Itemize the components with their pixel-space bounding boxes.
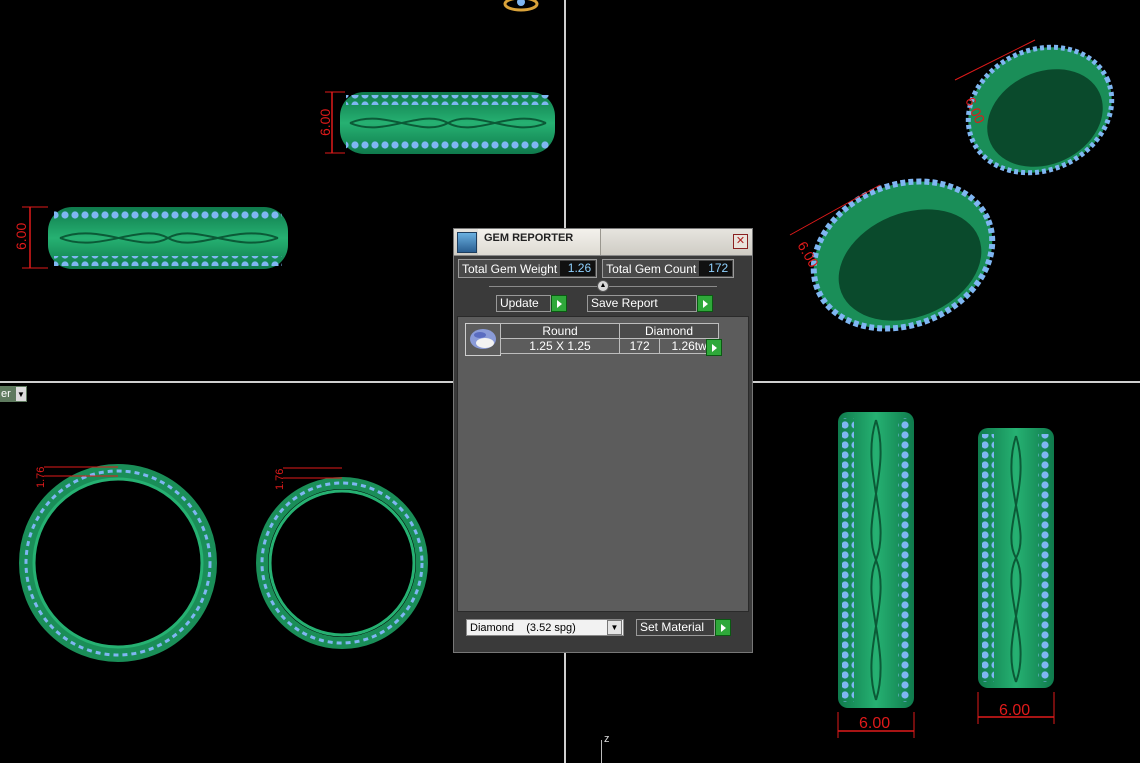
view-menu-dropdown[interactable]: er ▼ — [0, 386, 27, 402]
top-view-ring — [340, 92, 555, 154]
side-view-ring-right: 1.76 — [256, 467, 428, 649]
gem-material: Diamond — [619, 323, 719, 339]
front-view-ring — [48, 207, 288, 269]
front-height-label: 6.00 — [13, 223, 29, 250]
gem-row-table[interactable]: Round Diamond 1.25 X 1.25 172 1.26tw — [500, 323, 719, 354]
play-arrow-icon[interactable] — [697, 295, 713, 312]
gem-count: 172 — [618, 338, 661, 354]
material-select[interactable]: Diamond (3.52 spg) ▼ — [466, 619, 624, 636]
gem-reporter-title: GEM REPORTER — [484, 232, 574, 244]
perspective-ring-large: 6.00 — [789, 178, 996, 332]
set-material-button-label: Set Material — [636, 619, 715, 636]
z-axis-label: z — [604, 733, 610, 745]
collapse-toggle-icon[interactable]: ▲ — [597, 280, 609, 292]
update-button[interactable]: Update — [496, 295, 567, 312]
play-arrow-icon[interactable] — [715, 619, 731, 636]
right-width-b-label: 6.00 — [999, 702, 1030, 719]
side-view-ring-left: 1.76 — [19, 464, 217, 662]
update-button-label: Update — [496, 295, 551, 312]
total-gem-count: Total Gem Count 172 — [602, 259, 735, 278]
total-gem-weight-label: Total Gem Weight — [462, 261, 558, 276]
total-gem-count-label: Total Gem Count — [606, 261, 697, 276]
perspective-ring-small: 6.00 — [954, 39, 1115, 176]
side-left-thickness-label: 1.76 — [35, 467, 47, 488]
chevron-down-icon[interactable]: ▼ — [16, 387, 26, 401]
gem-reporter-app-icon — [457, 232, 477, 253]
total-gem-weight-value: 1.26 — [560, 261, 596, 276]
totals-row: Total Gem Weight 1.26 Total Gem Count 17… — [458, 259, 735, 278]
gem-reporter-titlebar[interactable]: GEM REPORTER ✕ — [454, 229, 752, 256]
gem-size: 1.25 X 1.25 — [500, 338, 620, 354]
close-icon[interactable]: ✕ — [733, 234, 748, 249]
play-arrow-icon[interactable] — [551, 295, 567, 312]
chevron-down-icon[interactable]: ▼ — [607, 620, 622, 635]
view-menu-label: er — [1, 388, 11, 400]
total-gem-count-value: 172 — [699, 261, 733, 276]
gem-reporter-panel: GEM REPORTER ✕ Total Gem Weight 1.26 Tot… — [453, 228, 753, 653]
gem-row-play-icon[interactable] — [706, 339, 722, 356]
material-select-value: Diamond (3.52 spg) — [470, 621, 576, 634]
front-view-dimension: 6.00 — [13, 206, 48, 269]
set-material-button[interactable]: Set Material — [636, 619, 731, 636]
side-right-thickness-label: 1.76 — [274, 469, 286, 490]
ring-thumbnail-icon — [503, 0, 539, 12]
save-report-button[interactable]: Save Report — [587, 295, 713, 312]
right-width-a-label: 6.00 — [859, 715, 890, 732]
save-report-button-label: Save Report — [587, 295, 697, 312]
top-height-label: 6.00 — [317, 109, 333, 136]
diamond-gem-icon — [465, 323, 501, 356]
total-gem-weight: Total Gem Weight 1.26 — [458, 259, 598, 278]
z-axis-line — [601, 740, 602, 763]
right-view-ring-b: 6.00 — [977, 428, 1055, 724]
gem-shape: Round — [500, 323, 620, 339]
material-controls: Diamond (3.52 spg) ▼ Set Material — [466, 619, 731, 636]
right-view-ring-a: 6.00 — [837, 412, 915, 738]
gem-list[interactable]: Round Diamond 1.25 X 1.25 172 1.26tw — [457, 316, 749, 612]
